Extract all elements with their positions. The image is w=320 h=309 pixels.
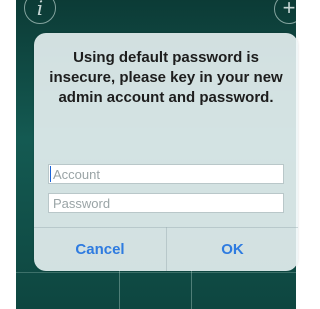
ok-button[interactable]: OK	[167, 228, 298, 271]
cancel-button[interactable]: Cancel	[34, 228, 166, 271]
info-icon[interactable]: i	[24, 0, 56, 24]
background-line	[191, 270, 192, 309]
add-icon[interactable]: +	[274, 0, 296, 24]
password-input[interactable]	[48, 193, 284, 213]
dialog-message: Using default password is insecure, plea…	[49, 49, 283, 106]
alert-dialog: Using default password is insecure, plea…	[34, 33, 298, 271]
background-line	[119, 270, 120, 309]
account-input[interactable]	[48, 164, 284, 184]
background-line	[16, 272, 296, 273]
text-cursor	[50, 166, 51, 182]
